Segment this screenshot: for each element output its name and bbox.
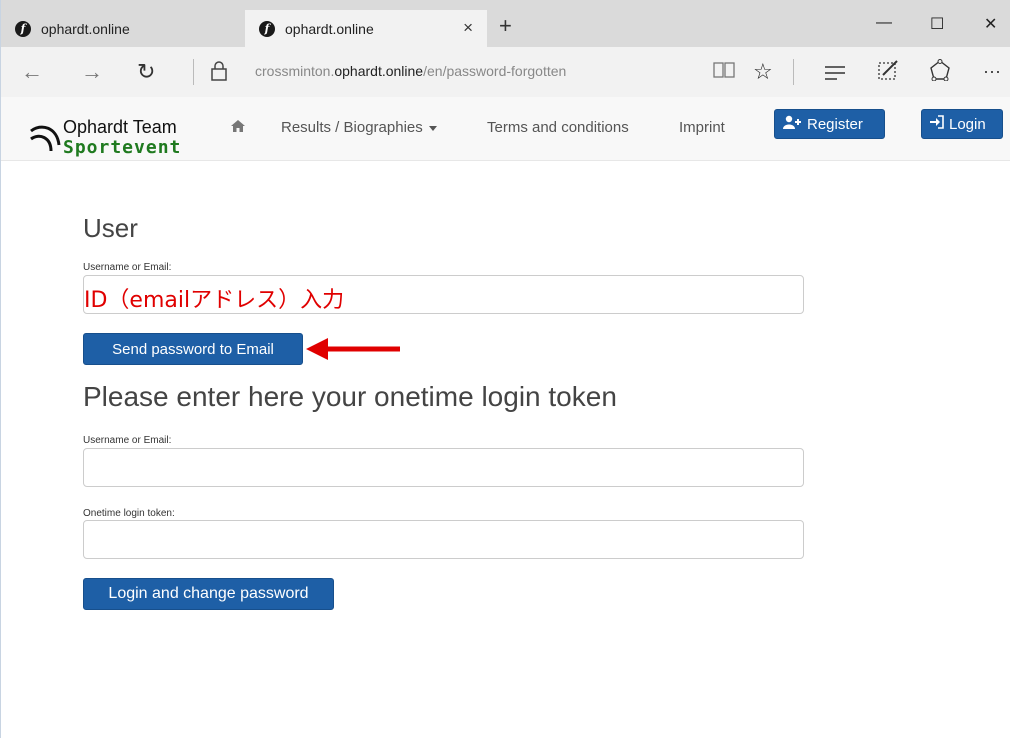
back-arrow-icon[interactable]: ← xyxy=(21,59,43,85)
tab-title: ophardt.online xyxy=(285,20,374,37)
share-icon[interactable] xyxy=(929,59,951,87)
onetime-token-input[interactable] xyxy=(83,520,804,559)
address-toolbar: ← → ↻ crossminton.ophardt.online/en/pass… xyxy=(1,47,1010,97)
tab-title: ophardt.online xyxy=(41,20,130,37)
nav-results-label: Results / Biographies xyxy=(281,119,423,136)
sign-in-icon xyxy=(930,115,944,133)
url-path: /en/password-forgotten xyxy=(423,63,567,79)
site-logo[interactable]: Ophardt Team Sportevent xyxy=(29,117,199,161)
chevron-down-icon xyxy=(428,125,437,131)
reading-view-icon[interactable] xyxy=(713,61,735,84)
symfony-favicon-icon: f xyxy=(259,20,275,37)
token-username-input[interactable] xyxy=(83,448,804,487)
lock-icon[interactable] xyxy=(211,61,227,86)
toolbar-divider xyxy=(793,59,794,85)
user-heading: User xyxy=(83,213,138,243)
login-change-password-button[interactable]: Login and change password xyxy=(83,578,334,610)
tab-bar: f ophardt.online f ophardt.online × + — … xyxy=(1,0,1010,54)
register-label: Register xyxy=(807,115,863,133)
browser-window: f ophardt.online f ophardt.online × + — … xyxy=(0,0,1010,738)
login-label: Login xyxy=(949,115,986,133)
token-username-label: Username or Email: xyxy=(83,435,172,446)
onetime-token-label: Onetime login token: xyxy=(83,508,175,519)
send-password-button[interactable]: Send password to Email xyxy=(83,333,303,365)
hub-icon[interactable] xyxy=(823,61,847,87)
url-subdomain: crossminton. xyxy=(255,63,335,79)
minimize-button[interactable]: — xyxy=(876,14,892,32)
add-user-icon xyxy=(783,115,801,133)
tab-inactive[interactable]: f ophardt.online xyxy=(1,10,243,47)
toolbar-divider xyxy=(193,59,194,85)
favorite-star-icon[interactable]: ☆ xyxy=(753,59,773,85)
tab-active[interactable]: f ophardt.online × xyxy=(245,10,487,47)
refresh-icon[interactable]: ↻ xyxy=(137,59,155,85)
home-icon[interactable] xyxy=(231,119,245,135)
more-icon[interactable]: ··· xyxy=(983,61,1001,82)
logo-swirl-icon xyxy=(30,125,61,152)
annotation-arrow-icon xyxy=(306,338,400,360)
register-button[interactable]: Register xyxy=(774,109,885,139)
logo-sport-text: Sportevent xyxy=(63,137,182,158)
nav-imprint[interactable]: Imprint xyxy=(679,119,725,136)
forward-arrow-icon[interactable]: → xyxy=(81,59,103,85)
site-navbar: Ophardt Team Sportevent Results / Biogra… xyxy=(1,97,1010,161)
close-tab-icon[interactable]: × xyxy=(463,18,473,38)
close-window-button[interactable]: ✕ xyxy=(984,14,997,34)
web-note-icon[interactable] xyxy=(877,59,899,87)
nav-results-dropdown[interactable]: Results / Biographies xyxy=(281,119,437,136)
maximize-button[interactable]: ☐ xyxy=(930,14,944,34)
token-heading: Please enter here your onetime login tok… xyxy=(83,381,617,412)
username-annotation-text: ID（emailアドレス）入力 xyxy=(84,288,345,313)
symfony-favicon-icon: f xyxy=(15,20,31,37)
logo-team-text: Ophardt Team xyxy=(63,117,177,137)
login-button[interactable]: Login xyxy=(921,109,1003,139)
address-field[interactable]: crossminton.ophardt.online/en/password-f… xyxy=(255,63,566,79)
url-domain: ophardt.online xyxy=(334,63,424,79)
nav-terms[interactable]: Terms and conditions xyxy=(487,119,629,136)
username-input[interactable]: ID（emailアドレス）入力 xyxy=(83,275,804,314)
username-label: Username or Email: xyxy=(83,262,172,273)
new-tab-button[interactable]: + xyxy=(499,13,512,39)
